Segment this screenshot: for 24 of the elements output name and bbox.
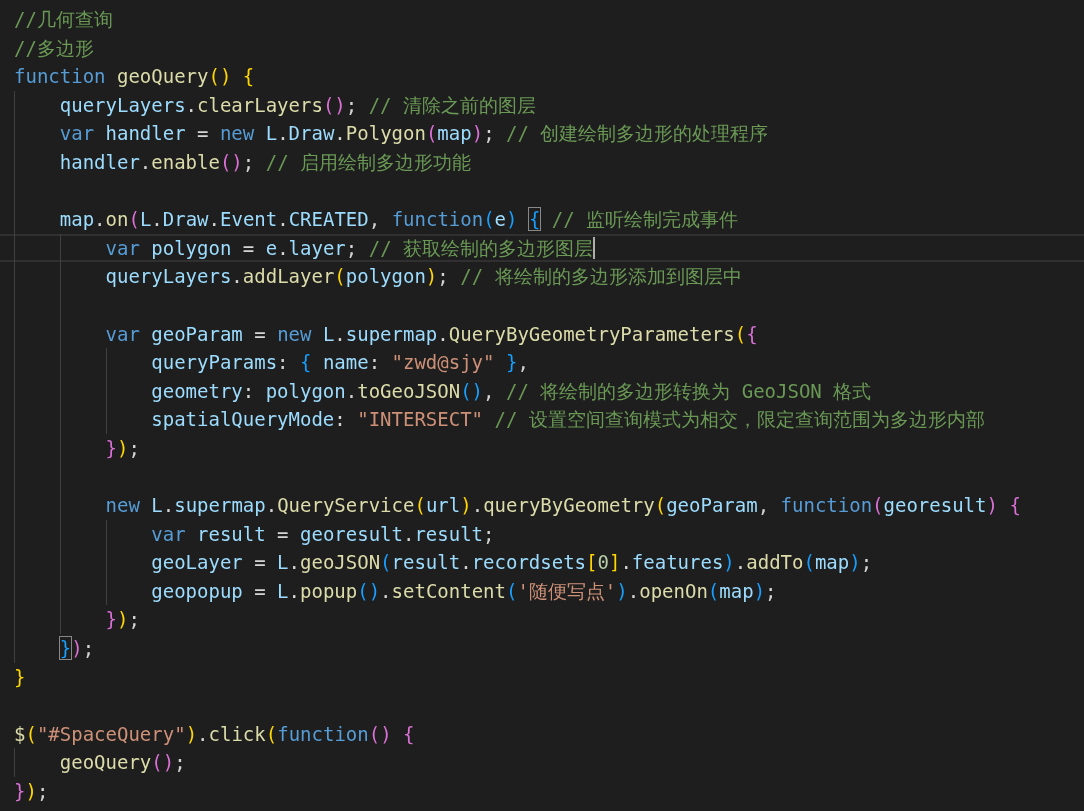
code-line: map.on(L.Draw.Event.CREATED, function(e) { // 监听绘制完成事件 — [0, 205, 1084, 234]
code-line: geoLayer = L.geoJSON(result.recordsets[0].features).addTo(map); — [0, 548, 1084, 577]
code-line: new L.supermap.QueryService(url).queryByGeometry(geoParam, function(georesult) { — [0, 491, 1084, 520]
code-line: }); — [0, 433, 1084, 463]
code-line: geoQuery(); — [0, 748, 1084, 778]
code-line: var handler = new L.Draw.Polygon(map); // 创建绘制多边形的处理程序 — [0, 119, 1084, 148]
code-line: handler.enable(); // 启用绘制多边形功能 — [0, 147, 1084, 177]
code-line: }); — [13, 779, 50, 805]
code-line: } — [13, 664, 27, 690]
code-line: function geoQuery() { — [13, 64, 256, 90]
code-line: var polygon = e.layer; // 获取绘制的多边形图层 — [0, 233, 1084, 263]
code-line: //多边形 — [13, 35, 95, 61]
code-line: var geoParam = new L.supermap.QueryByGeometryParameters({ — [0, 319, 1084, 349]
code-line: queryParams: { name: "zwd@sjy" }, — [0, 348, 1084, 377]
code-line: queryLayers.addLayer(polygon); // 将绘制的多边形添加到图层中 — [0, 262, 1084, 291]
code-line: $("#SpaceQuery").click(function() { — [13, 721, 416, 747]
code-line: var result = georesult.result; — [0, 519, 1084, 549]
code-line: geometry: polygon.toGeoJSON(), // 将绘制的多边形转换为 GeoJSON 格式 — [0, 376, 1084, 406]
code-line: queryLayers.clearLayers(); // 清除之前的图层 — [0, 90, 1084, 120]
code-line: }); — [0, 605, 1084, 635]
code-line: //几何查询 — [13, 7, 114, 32]
code-line: spatialQueryMode: "INTERSECT" // 设置空间查询模式为相交，限定查询范围为多边形内部 — [0, 405, 1084, 434]
code-line: geopopup = L.popup().setContent('随便写点').openOn(map); — [0, 576, 1084, 606]
code-line: }); — [0, 634, 1084, 663]
